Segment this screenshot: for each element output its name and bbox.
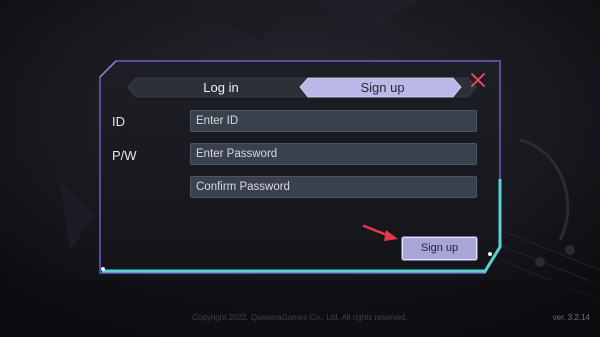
- tab-login[interactable]: Log in: [136, 78, 306, 97]
- tab-signup[interactable]: Sign up: [306, 78, 459, 97]
- id-input[interactable]: [190, 110, 477, 132]
- password-input[interactable]: [190, 143, 477, 165]
- signup-submit-button[interactable]: Sign up: [402, 237, 477, 260]
- pointer-arrow-icon: [362, 224, 398, 241]
- confirm-password-input[interactable]: [190, 176, 477, 198]
- password-label: P/W: [112, 148, 137, 163]
- close-icon: [471, 73, 485, 87]
- id-label: ID: [112, 114, 125, 129]
- close-button[interactable]: [468, 70, 488, 90]
- version-text: ver. 3.2.14: [552, 313, 590, 322]
- signup-dialog: Log in Sign up ID P/W Sign up: [98, 59, 502, 275]
- copyright-text: Copyright 2022. QueseraGames Co., Ltd. A…: [192, 313, 408, 322]
